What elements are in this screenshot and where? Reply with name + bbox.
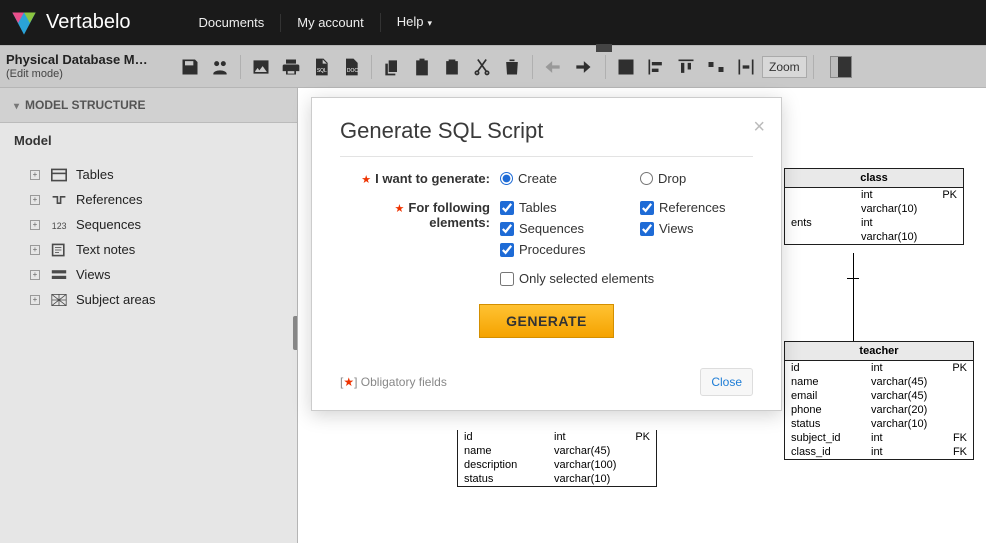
areas-icon (50, 293, 68, 307)
top-bar: Vertabelo Documents My account Help▾ (0, 0, 986, 45)
expand-icon[interactable]: + (30, 270, 40, 280)
sidebar-header[interactable]: ▾MODEL STRUCTURE (0, 88, 297, 123)
chevron-down-icon: ▾ (428, 18, 433, 28)
copy-icon[interactable] (378, 54, 406, 80)
generate-button[interactable]: GENERATE (479, 304, 614, 338)
sidebar: ▾MODEL STRUCTURE Model +Tables +Referenc… (0, 88, 298, 543)
nav-help[interactable]: Help▾ (380, 13, 448, 32)
tree-item-tables[interactable]: +Tables (0, 162, 297, 187)
radio-create[interactable]: Create (500, 171, 600, 186)
print-icon[interactable] (277, 54, 305, 80)
chevron-down-icon: ▾ (14, 101, 19, 112)
zoom-button[interactable]: Zoom (762, 56, 807, 78)
svg-text:SQL: SQL (317, 68, 327, 74)
save-icon[interactable] (176, 54, 204, 80)
references-icon (50, 193, 68, 207)
chk-procedures[interactable]: Procedures (500, 242, 600, 257)
clipboard-icon[interactable] (438, 54, 466, 80)
views-icon (50, 268, 68, 282)
obligatory-note: [★] Obligatory fields (340, 375, 447, 389)
image-icon[interactable] (247, 54, 275, 80)
chk-only-selected[interactable]: Only selected elements (500, 271, 654, 286)
redo-icon[interactable] (569, 54, 597, 80)
tree-item-references[interactable]: +References (0, 187, 297, 212)
er-table-teacher[interactable]: teacher idintPK namevarchar(45) emailvar… (784, 341, 974, 460)
close-icon[interactable]: × (753, 116, 765, 139)
tree-item-textnotes[interactable]: +Text notes (0, 237, 297, 262)
logo[interactable]: Vertabelo (10, 9, 131, 37)
expand-icon[interactable]: + (30, 195, 40, 205)
notes-icon (50, 243, 68, 257)
align-top-icon[interactable] (672, 54, 700, 80)
chk-sequences[interactable]: Sequences (500, 221, 600, 236)
tree-root[interactable]: Model (0, 123, 297, 158)
close-button[interactable]: Close (700, 368, 753, 396)
chk-views[interactable]: Views (640, 221, 740, 236)
share-icon[interactable] (206, 54, 234, 80)
sequences-icon: 123 (50, 218, 68, 232)
modal-title: Generate SQL Script (340, 118, 753, 157)
generate-sql-modal: × Generate SQL Script ★I want to generat… (311, 97, 782, 411)
spacing-icon[interactable] (732, 54, 760, 80)
toolbar: Physical Database M… (Edit mode) SQL DOC… (0, 45, 986, 88)
align-left-icon[interactable] (642, 54, 670, 80)
svg-text:123: 123 (52, 221, 67, 231)
doc-icon[interactable]: DOC (337, 54, 365, 80)
expand-icon[interactable]: + (30, 220, 40, 230)
radio-drop[interactable]: Drop (640, 171, 740, 186)
brand: Vertabelo (46, 11, 131, 34)
distribute-icon[interactable] (702, 54, 730, 80)
expand-icon[interactable]: + (30, 245, 40, 255)
cut-icon[interactable] (468, 54, 496, 80)
edit-icon[interactable] (612, 54, 640, 80)
dropdown-marker-icon (596, 44, 612, 52)
nav-documents[interactable]: Documents (183, 14, 281, 32)
expand-icon[interactable]: + (30, 170, 40, 180)
nav-account[interactable]: My account (280, 14, 379, 32)
panel-toggle-icon[interactable] (830, 56, 852, 78)
trash-icon[interactable] (498, 54, 526, 80)
er-table-class[interactable]: class intPK varchar(10) entsint varchar(… (784, 168, 964, 245)
sql-icon[interactable]: SQL (307, 54, 335, 80)
top-nav: Documents My account Help▾ (183, 13, 449, 32)
undo-icon[interactable] (539, 54, 567, 80)
chk-references[interactable]: References (640, 200, 740, 215)
er-table-subject[interactable]: idintPK namevarchar(45) descriptionvarch… (457, 430, 657, 487)
paste-icon[interactable] (408, 54, 436, 80)
tables-icon (50, 168, 68, 182)
tree-item-areas[interactable]: +Subject areas (0, 287, 297, 312)
logo-icon (10, 9, 38, 37)
tree-item-views[interactable]: +Views (0, 262, 297, 287)
expand-icon[interactable]: + (30, 295, 40, 305)
tree: +Tables +References +123Sequences +Text … (0, 158, 297, 316)
doc-title[interactable]: Physical Database M… (Edit mode) (6, 53, 174, 79)
tree-item-sequences[interactable]: +123Sequences (0, 212, 297, 237)
chk-tables[interactable]: Tables (500, 200, 600, 215)
svg-text:DOC: DOC (347, 68, 359, 74)
